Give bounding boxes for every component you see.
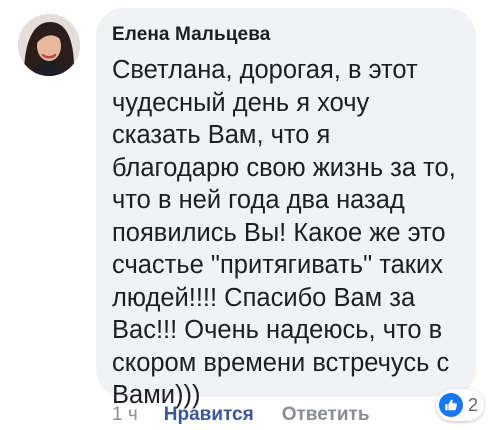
like-button[interactable]: Нравится [164, 404, 254, 426]
comment-author[interactable]: Елена Мальцева [112, 24, 460, 46]
reaction-count: 2 [468, 394, 479, 415]
reply-button[interactable]: Ответить [282, 404, 370, 426]
comment-timestamp[interactable]: 1 ч [112, 404, 138, 426]
comment-bubble: Елена Мальцева Светлана, дорогая, в этот… [96, 8, 476, 409]
avatar-image [18, 14, 80, 76]
avatar[interactable] [18, 14, 80, 76]
comment-actions: 1 ч Нравится Ответить [112, 402, 370, 428]
comment: Елена Мальцева Светлана, дорогая, в этот… [0, 0, 500, 430]
reactions-summary[interactable]: 2 [436, 389, 485, 421]
comment-text: Светлана, дорогая, в этот чудесный день … [112, 56, 456, 409]
thumbs-up-icon [439, 393, 463, 417]
